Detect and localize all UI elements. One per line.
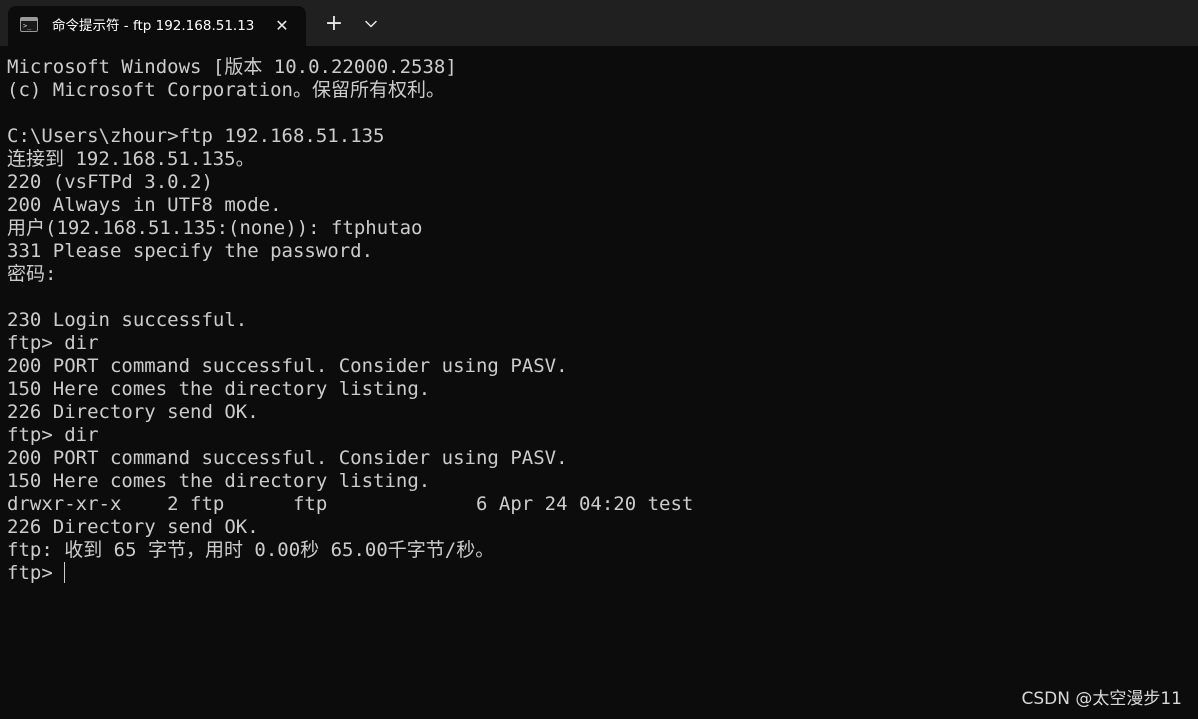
terminal-window: >_ 命令提示符 - ftp 192.168.51.13 ✕ + Microso…: [0, 0, 1198, 719]
terminal-prompt: ftp>: [7, 562, 65, 584]
terminal-line: 密码:: [7, 263, 57, 285]
terminal-line: 150 Here comes the directory listing.: [7, 378, 431, 400]
terminal-line: 226 Directory send OK.: [7, 516, 259, 538]
chevron-down-icon[interactable]: [360, 13, 382, 35]
terminal-line: 连接到 192.168.51.135。: [7, 148, 255, 170]
terminal-line: 200 Always in UTF8 mode.: [7, 194, 282, 216]
terminal-line: 226 Directory send OK.: [7, 401, 259, 423]
terminal-line: ftp: 收到 65 字节，用时 0.00秒 65.00千字节/秒。: [7, 539, 495, 561]
terminal-line: 220 (vsFTPd 3.0.2): [7, 171, 213, 193]
terminal-line: 用户(192.168.51.135:(none)): ftphutao: [7, 217, 423, 239]
terminal-line: Microsoft Windows [版本 10.0.22000.2538]: [7, 56, 457, 78]
terminal-line: C:\Users\zhour>ftp 192.168.51.135: [7, 125, 385, 147]
tab-command-prompt[interactable]: >_ 命令提示符 - ftp 192.168.51.13 ✕: [8, 6, 306, 46]
terminal-prompt-line[interactable]: ftp>: [7, 562, 1187, 585]
watermark: CSDN @太空漫步11: [1021, 689, 1182, 709]
terminal-icon: >_: [20, 17, 38, 32]
terminal-output[interactable]: Microsoft Windows [版本 10.0.22000.2538] (c…: [7, 56, 1187, 696]
new-tab-button[interactable]: +: [322, 12, 346, 36]
terminal-line: ftp> dir: [7, 332, 99, 354]
terminal-line: 230 Login successful.: [7, 309, 248, 331]
terminal-line: ftp> dir: [7, 424, 99, 446]
terminal-line: (c) Microsoft Corporation。保留所有权利。: [7, 79, 445, 101]
terminal-line: 200 PORT command successful. Consider us…: [7, 447, 568, 469]
terminal-line: 200 PORT command successful. Consider us…: [7, 355, 568, 377]
terminal-line: drwxr-xr-x 2 ftp ftp 6 Apr 24 04:20 test: [7, 493, 694, 515]
text-cursor: [64, 562, 66, 583]
terminal-line: 150 Here comes the directory listing.: [7, 470, 431, 492]
close-icon[interactable]: ✕: [271, 15, 293, 37]
tab-bar: >_ 命令提示符 - ftp 192.168.51.13 ✕ +: [0, 0, 1198, 46]
terminal-line: 331 Please specify the password.: [7, 240, 374, 262]
tab-title: 命令提示符 - ftp 192.168.51.13: [52, 18, 255, 34]
